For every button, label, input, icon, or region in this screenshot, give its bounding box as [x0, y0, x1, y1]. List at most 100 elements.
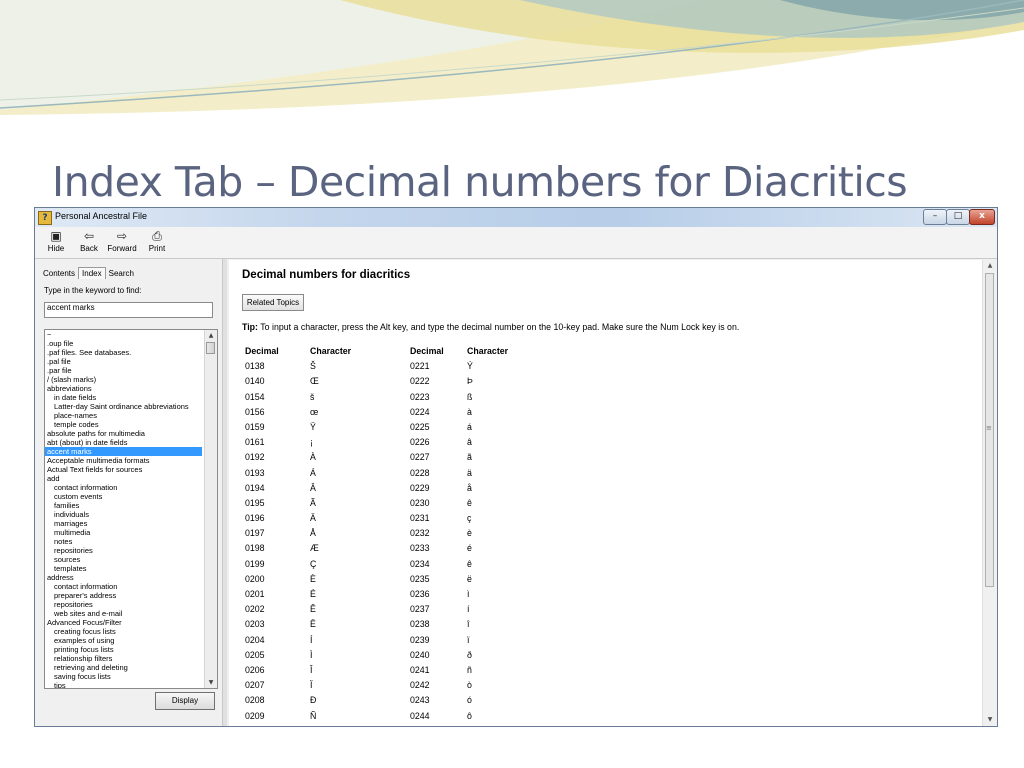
keyword-input[interactable]: accent marks [44, 302, 213, 318]
character-cell: ç [467, 513, 472, 524]
keyword-item[interactable]: families [45, 501, 202, 510]
scroll-down-icon[interactable]: ▼ [983, 714, 997, 726]
decimal-cell: 0208 [245, 695, 265, 706]
keyword-item[interactable]: Latter-day Saint ordinance abbreviations [45, 402, 202, 411]
character-cell: ñ [467, 664, 472, 675]
decimal-cell: 0161 [245, 437, 265, 448]
keyword-item[interactable]: saving focus lists [45, 672, 202, 681]
keyword-item[interactable]: contact information [45, 483, 202, 492]
forward-button[interactable]: ⇨ Forward [106, 230, 138, 256]
character-cell: œ [310, 406, 319, 417]
decimal-cell: 0240 [410, 649, 430, 660]
keyword-item[interactable]: .pal file [45, 357, 202, 366]
close-button[interactable]: x [969, 209, 995, 225]
decimal-cell: 0239 [410, 634, 430, 645]
character-cell: Þ [467, 376, 473, 387]
decimal-cell: 0207 [245, 680, 265, 691]
decimal-cell: 0225 [410, 421, 430, 432]
keyword-item[interactable]: sources [45, 555, 202, 564]
keyword-item[interactable]: printing focus lists [45, 645, 202, 654]
keyword-item[interactable]: repositories [45, 546, 202, 555]
character-cell: Î [310, 664, 313, 675]
decimal-cell: 0156 [245, 406, 265, 417]
keyword-item[interactable]: abbreviations [45, 384, 202, 393]
keyword-item[interactable]: Acceptable multimedia formats [45, 456, 202, 465]
decimal-cell: 0228 [410, 467, 430, 478]
character-cell: â [467, 437, 472, 448]
keyword-item[interactable]: .par file [45, 366, 202, 375]
character-cell: Ã [310, 497, 316, 508]
character-cell: å [467, 482, 472, 493]
decimal-cell: 0241 [410, 664, 430, 675]
keyword-item[interactable]: repositories [45, 600, 202, 609]
character-cell: ò [467, 680, 472, 691]
keyword-item[interactable]: temple codes [45, 420, 202, 429]
keyword-item[interactable]: abt (about) in date fields [45, 438, 202, 447]
window-titlebar[interactable]: ? Personal Ancestral File – □ x [35, 208, 997, 227]
keyword-item[interactable]: add [45, 474, 202, 483]
keyword-item[interactable]: web sites and e-mail [45, 609, 202, 618]
scroll-up-icon[interactable]: ▲ [205, 330, 217, 341]
tip-text: Tip: To input a character, press the Alt… [242, 322, 739, 332]
back-arrow-icon: ⇦ [83, 229, 95, 243]
character-cell: Ê [310, 604, 316, 615]
keyword-item[interactable]: address [45, 573, 202, 582]
decimal-cell: 0201 [245, 589, 265, 599]
keyword-item[interactable]: / (slash marks) [45, 375, 202, 384]
character-cell: á [467, 421, 472, 432]
keyword-item[interactable]: notes [45, 537, 202, 546]
character-cell: È [310, 573, 316, 584]
keyword-list-scrollbar[interactable]: ▲ ▼ [204, 330, 217, 688]
forward-label: Forward [107, 244, 137, 253]
keyword-item[interactable]: contact information [45, 582, 202, 591]
keyword-item[interactable]: templates [45, 564, 202, 573]
keyword-item[interactable]: creating focus lists [45, 627, 202, 636]
print-button[interactable]: ⎙ Print [146, 230, 168, 256]
back-button[interactable]: ⇦ Back [77, 230, 101, 256]
character-cell: ê [467, 497, 472, 508]
character-cell: Ñ [310, 710, 317, 721]
keyword-item[interactable]: accent marks [45, 447, 202, 456]
keyword-item[interactable]: retrieving and deleting [45, 663, 202, 672]
keyword-item[interactable]: Actual Text fields for sources [45, 465, 202, 474]
keyword-item[interactable]: .paf files. See databases. [45, 348, 202, 357]
keyword-item[interactable]: tips [45, 681, 202, 688]
tip-label: Tip: [242, 322, 258, 332]
topic-title: Decimal numbers for diacritics [242, 269, 411, 281]
maximize-button[interactable]: □ [946, 209, 970, 225]
tab-contents[interactable]: Contents [40, 268, 78, 279]
keyword-item[interactable]: custom events [45, 492, 202, 501]
keyword-item[interactable]: place-names [45, 411, 202, 420]
decimal-cell: 0140 [245, 376, 265, 387]
keyword-item[interactable]: ~ [45, 330, 202, 339]
pane-splitter[interactable] [222, 259, 227, 726]
decimal-cell: 0227 [410, 452, 430, 463]
keyword-item[interactable]: marriages [45, 519, 202, 528]
decimal-cell: 0200 [245, 573, 265, 584]
keyword-item[interactable]: .oup file [45, 339, 202, 348]
tab-index[interactable]: Index [78, 267, 106, 279]
keyword-list[interactable]: ~ .oup file .paf files. See databases. .pal… [44, 329, 218, 689]
display-button[interactable]: Display [155, 692, 215, 710]
keyword-item[interactable]: multimedia [45, 528, 202, 537]
keyword-item[interactable]: Advanced Focus/Filter [45, 618, 202, 627]
keyword-item[interactable]: in date fields [45, 393, 202, 402]
tab-search[interactable]: Search [106, 268, 137, 279]
scroll-down-icon[interactable]: ▼ [205, 677, 217, 688]
related-topics-button[interactable]: Related Topics [242, 294, 304, 311]
keyword-item[interactable]: preparer's address [45, 591, 202, 600]
keyword-item[interactable]: relationship filters [45, 654, 202, 663]
decimal-cell: 0243 [410, 695, 430, 706]
scrollbar-thumb[interactable] [206, 342, 215, 354]
topic-scrollbar[interactable]: ▲ ≡ ▼ [982, 260, 997, 726]
scroll-up-icon[interactable]: ▲ [983, 260, 997, 272]
minimize-button[interactable]: – [923, 209, 947, 225]
decimal-cell: 0196 [245, 513, 265, 524]
keyword-item[interactable]: absolute paths for multimedia [45, 429, 202, 438]
hide-icon: ▣ [50, 229, 62, 243]
header-character-1: Character [310, 346, 352, 356]
keyword-item[interactable]: individuals [45, 510, 202, 519]
hide-button[interactable]: ▣ Hide [46, 230, 66, 256]
character-cell: Ý [467, 361, 473, 372]
keyword-item[interactable]: examples of using [45, 636, 202, 645]
